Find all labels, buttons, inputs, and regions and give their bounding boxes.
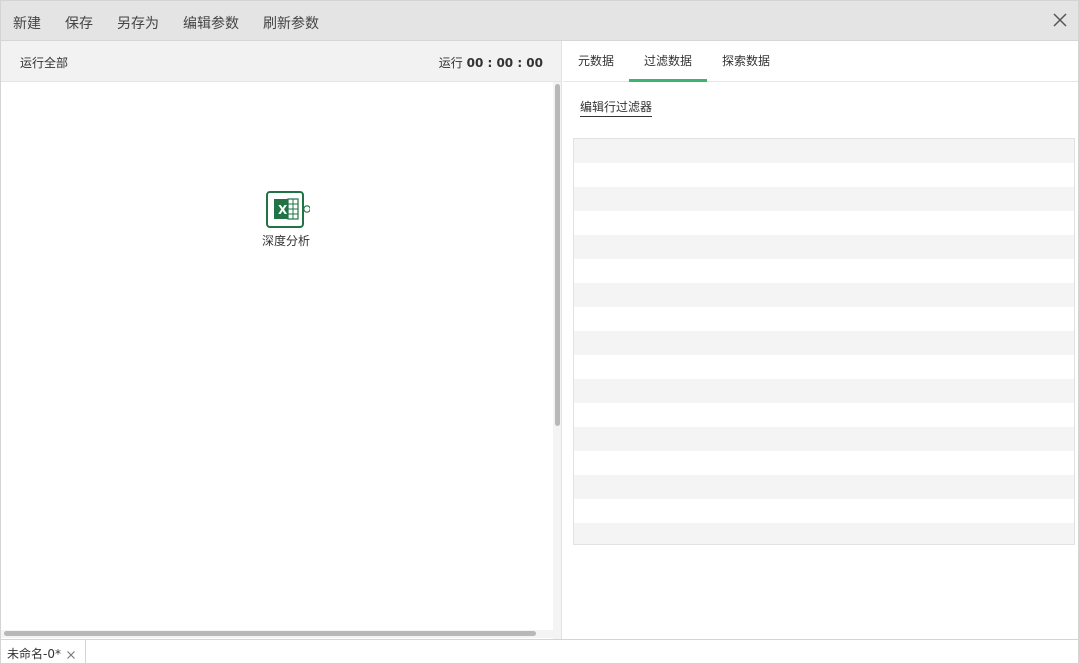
data-tabs: 元数据 过滤数据 探索数据 bbox=[563, 41, 1078, 82]
run-timer: 运行 00 : 00 : 00 bbox=[439, 54, 543, 71]
data-table bbox=[573, 138, 1075, 545]
table-row bbox=[574, 307, 1074, 331]
table-row bbox=[574, 355, 1074, 379]
document-tab-label: 未命名-0* bbox=[7, 647, 61, 661]
document-tab[interactable]: 未命名-0* bbox=[1, 639, 86, 663]
menu-bar: 新建 保存 另存为 编辑参数 刷新参数 bbox=[1, 1, 1078, 41]
document-tab-bar: 未命名-0* bbox=[1, 639, 1078, 663]
tab-filter-data[interactable]: 过滤数据 bbox=[644, 52, 692, 69]
table-row bbox=[574, 211, 1074, 235]
table-row bbox=[574, 139, 1074, 163]
node-label: 深度分析 bbox=[261, 234, 310, 248]
svg-text:X: X bbox=[278, 203, 288, 217]
table-row bbox=[574, 235, 1074, 259]
refresh-params-button[interactable]: 刷新参数 bbox=[263, 13, 319, 33]
table-row bbox=[574, 427, 1074, 451]
table-row bbox=[574, 523, 1074, 544]
close-icon[interactable] bbox=[1050, 10, 1070, 30]
new-button[interactable]: 新建 bbox=[13, 13, 41, 33]
table-row bbox=[574, 451, 1074, 475]
data-panel: 元数据 过滤数据 探索数据 编辑行过滤器 bbox=[563, 41, 1078, 639]
timer-value: 00 : 00 : 00 bbox=[466, 56, 543, 70]
vertical-scrollbar-thumb[interactable] bbox=[555, 84, 560, 426]
edit-params-button[interactable]: 编辑参数 bbox=[183, 13, 239, 33]
table-row bbox=[574, 403, 1074, 427]
close-tab-icon[interactable] bbox=[65, 646, 77, 659]
table-row bbox=[574, 475, 1074, 499]
table-row bbox=[574, 499, 1074, 523]
table-row bbox=[574, 163, 1074, 187]
workflow-toolbar: 运行全部 运行 00 : 00 : 00 bbox=[1, 41, 561, 82]
table-row bbox=[574, 331, 1074, 355]
save-button[interactable]: 保存 bbox=[65, 13, 93, 33]
table-row bbox=[574, 379, 1074, 403]
tab-explore-data[interactable]: 探索数据 bbox=[722, 52, 770, 69]
save-as-button[interactable]: 另存为 bbox=[117, 13, 159, 33]
horizontal-scrollbar-thumb[interactable] bbox=[4, 631, 536, 636]
excel-icon: X bbox=[266, 191, 311, 229]
edit-row-filter-button[interactable]: 编辑行过滤器 bbox=[580, 98, 653, 117]
table-row bbox=[574, 259, 1074, 283]
active-tab-indicator bbox=[629, 79, 707, 82]
table-row bbox=[574, 187, 1074, 211]
workflow-canvas[interactable]: X 深度分析 bbox=[1, 82, 553, 630]
table-row bbox=[574, 283, 1074, 307]
workflow-panel: 运行全部 运行 00 : 00 : 00 X 深度分析 bbox=[1, 41, 562, 639]
tab-metadata[interactable]: 元数据 bbox=[578, 52, 614, 69]
run-all-button[interactable]: 运行全部 bbox=[20, 54, 68, 71]
app-window: 新建 保存 另存为 编辑参数 刷新参数 运行全部 运行 00 : 00 : 00… bbox=[0, 0, 1079, 663]
timer-label: 运行 bbox=[438, 56, 463, 70]
